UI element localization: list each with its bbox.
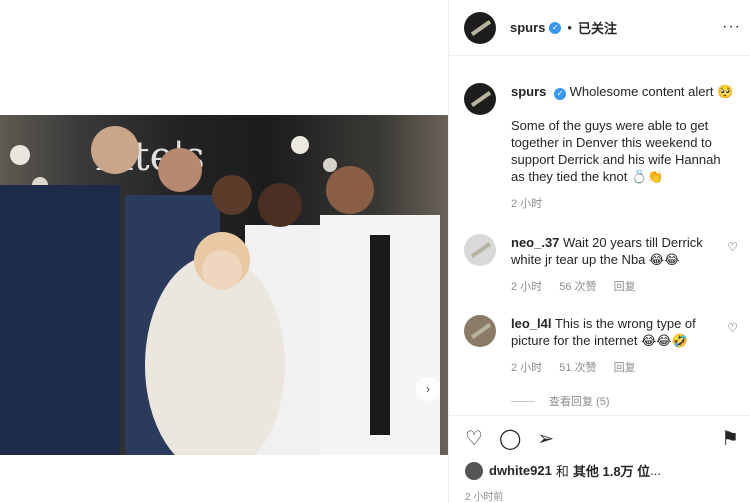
caption-meta: 2 小时 [511,196,736,213]
bookmark-icon[interactable]: ⚑ [721,426,739,451]
like-comment-icon[interactable]: ♡ [727,321,738,335]
caption-title: Wholesome content alert 🥺 [569,84,734,99]
post-actions: ♡ ◯ ➢ ⚑ dwhite921 和 其他 1.8万 位 ... 2 小时前 [449,415,750,503]
verified-badge-icon: ✓ [554,87,567,100]
comment-icon[interactable]: ◯ [499,426,521,451]
comment-username[interactable]: leo_l4l [511,316,551,331]
avatar [465,461,483,480]
caption-time: 2 小时 [511,198,543,210]
comment-time[interactable]: 2 小时 [511,362,542,374]
post-header: spurs ✓ • 已关注 ··· [449,0,750,56]
comments-list: spurs ✓ Wholesome content alert 🥺 Some o… [449,57,750,417]
replies-divider [511,400,535,402]
comment-likes[interactable]: 51 次赞 [559,362,596,374]
comment-time[interactable]: 2 小时 [511,281,542,293]
comment-body: leo_l4l This is the wrong type of pictur… [511,315,736,377]
likes-and: 和 [555,464,569,479]
reply-button[interactable]: 回复 [614,362,636,374]
instagram-post-view: hite's › spurs ✓ • 已关注 ··· spurs ✓ Whole… [0,0,750,503]
likes-user[interactable]: dwhite921 [489,463,552,478]
action-icons: ♡ ◯ ➢ [465,426,554,451]
comment-meta: 2 小时 51 次赞 回复 [511,360,736,377]
post-media-area: hite's › [0,0,448,503]
likes-suffix: ... [650,463,662,478]
next-photo-button[interactable]: › [416,377,440,401]
more-options-icon[interactable]: ··· [722,18,741,36]
separator-dot: • [567,20,572,35]
heart-icon[interactable]: ♡ [465,426,483,451]
comment-body: neo_.37 Wait 20 years till Derrick white… [511,234,736,296]
avatar[interactable] [464,83,496,115]
post-timestamp[interactable]: 2 小时前 [465,488,503,503]
avatar[interactable] [464,315,496,347]
view-replies[interactable]: 查看回复 (5) [511,393,610,409]
likes-summary: dwhite921 和 其他 1.8万 位 ... [465,461,661,480]
share-icon[interactable]: ➢ [537,426,554,451]
caption-text: Some of the guys were able to get togeth… [511,118,721,184]
view-replies-label[interactable]: 查看回复 (5) [549,393,610,409]
post-side-panel: spurs ✓ • 已关注 ··· spurs ✓ Wholesome cont… [448,0,750,503]
comment-likes[interactable]: 56 次赞 [559,281,596,293]
caption-username[interactable]: spurs [511,84,546,99]
likes-others[interactable]: 其他 1.8万 位 [573,461,650,480]
comment-meta: 2 小时 56 次赞 回复 [511,279,736,296]
post-photo[interactable]: hite's › [0,115,448,455]
header-username[interactable]: spurs [510,20,545,35]
photo-group-illustration: hite's [0,126,440,455]
reply-button[interactable]: 回复 [614,281,636,293]
follow-status-button[interactable]: 已关注 [578,18,617,37]
comment-username[interactable]: neo_.37 [511,235,559,250]
like-comment-icon[interactable]: ♡ [727,240,738,254]
verified-badge-icon: ✓ [549,21,562,34]
caption-body: spurs ✓ Wholesome content alert 🥺 Some o… [511,83,736,213]
avatar[interactable] [464,11,496,44]
avatar[interactable] [464,234,496,266]
